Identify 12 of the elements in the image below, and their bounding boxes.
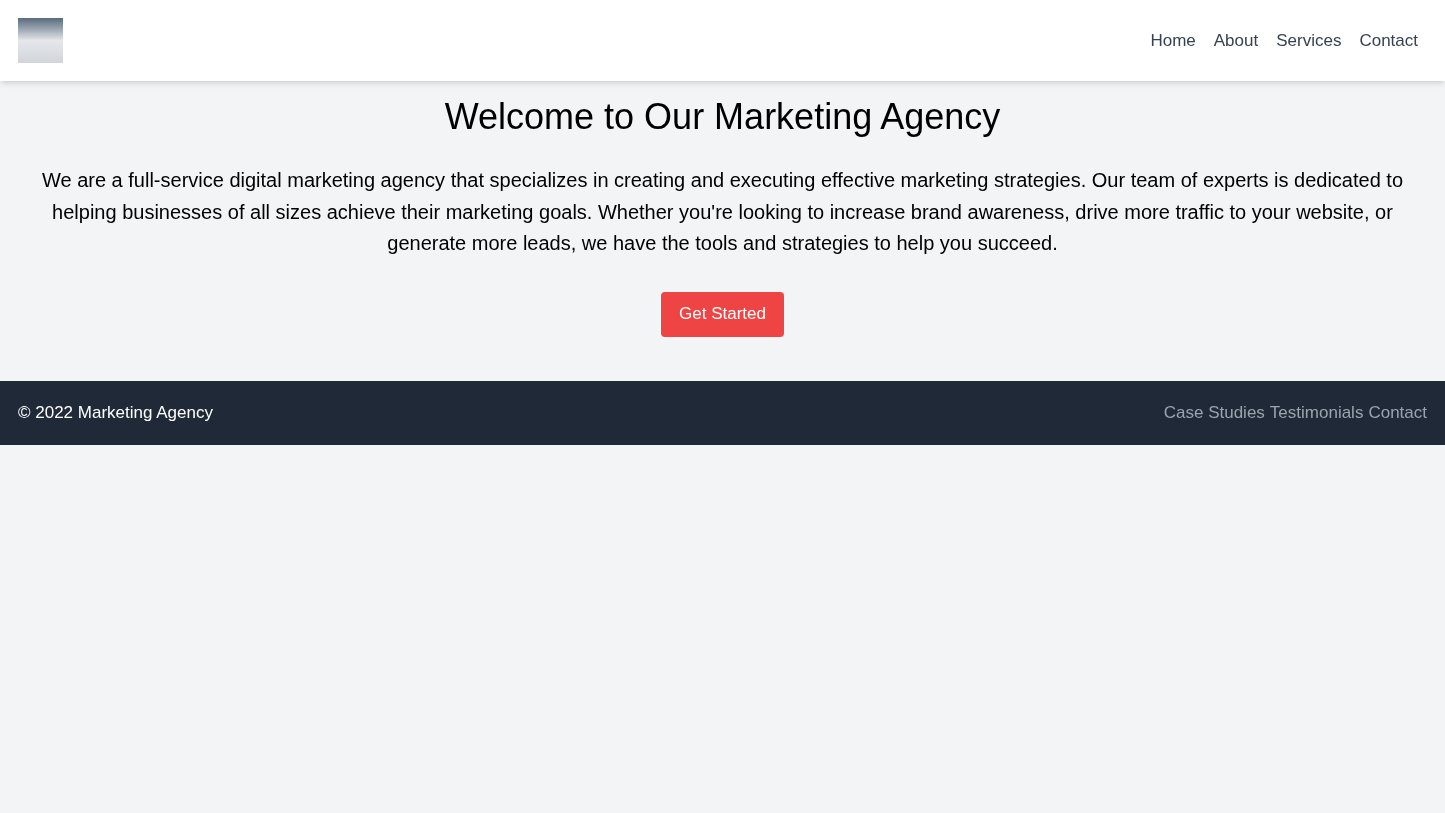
nav-link[interactable]: Home (1150, 27, 1196, 54)
logo-photo-placeholder[interactable] (18, 18, 63, 63)
nav-link[interactable]: Contact (1359, 27, 1418, 54)
hero-title: Welcome to Our Marketing Agency (444, 97, 1001, 137)
footer-link[interactable]: Testimonials (1269, 399, 1364, 426)
footer-link[interactable]: Contact (1368, 399, 1427, 426)
footer-link[interactable]: Case Studies (1163, 399, 1265, 426)
copyright-text: © 2022 Marketing Agency (18, 401, 213, 424)
get-started-button[interactable]: Get Started (661, 291, 784, 337)
nav-link[interactable]: Services (1276, 27, 1342, 54)
hero-text: We are a full-service digital marketing agency that specializes in creating and executing effective marketing strategies. Our team of experts is dedicated to helping businesses of all sizes achieve their marketing goals. Whether you're looking to increase brand awareness, drive more traffic to your website, or generate more leads, we have the tools and strategies to help you succeed. (40, 168, 1405, 256)
nav-link[interactable]: About (1213, 27, 1259, 54)
